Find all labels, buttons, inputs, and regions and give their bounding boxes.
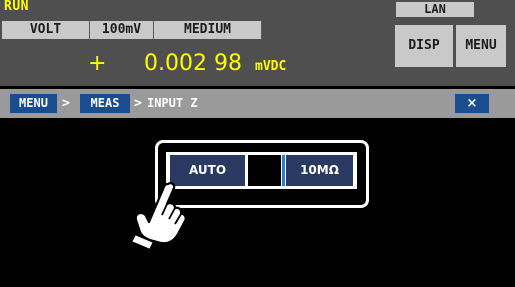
reading-value: 0.002 98 [144,51,242,76]
breadcrumb-menu[interactable]: MENU [10,94,57,113]
breadcrumb-separator: > [62,96,70,111]
range-tab[interactable]: 100mV [90,21,154,39]
reading-unit: mVDC [255,59,287,74]
disp-button[interactable]: DISP [395,25,453,67]
breadcrumb: MENU > MEAS > INPUT Z × [0,89,515,118]
speed-tab[interactable]: MEDIUM [154,21,262,39]
breadcrumb-separator: > [134,96,142,111]
toggle-knob[interactable] [248,155,281,186]
menu-button[interactable]: MENU [456,25,506,67]
function-tab[interactable]: VOLT [2,21,90,39]
input-z-switch: AUTO 10MΩ [166,152,357,189]
lan-badge: LAN [396,2,474,17]
instrument-screen: RUN VOLT 100mV MEDIUM LAN DISP MENU + 0.… [0,0,515,287]
close-icon: × [466,96,478,111]
close-button[interactable]: × [455,94,489,113]
reading-sign: + [88,51,107,76]
measurement-panel: RUN VOLT 100mV MEDIUM LAN DISP MENU + 0.… [0,0,515,86]
run-status: RUN [4,0,29,14]
breadcrumb-current: INPUT Z [147,96,198,110]
toggle-marker [282,155,285,186]
hand-pointer-icon [129,182,187,250]
10mohm-option[interactable]: 10MΩ [286,155,353,186]
breadcrumb-meas[interactable]: MEAS [80,94,130,113]
